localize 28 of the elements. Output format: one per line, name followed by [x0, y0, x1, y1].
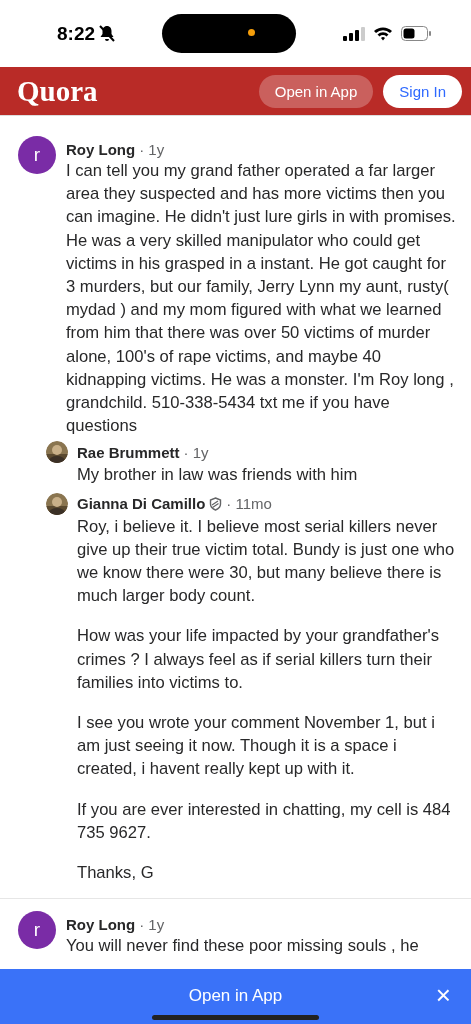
signal-icon [343, 26, 365, 41]
open-in-app-button[interactable]: Open in App [258, 74, 374, 108]
wifi-icon [373, 26, 393, 41]
timestamp: · 1y [139, 140, 165, 158]
timestamp: · 1y [139, 915, 165, 933]
comment-text: Roy, i believe it. I believe most serial killers never give up their true victim total. Bundy is just one who we know there were 30, but many believe there is much larger body count. [77, 515, 456, 608]
quora-logo[interactable]: Quora [17, 74, 98, 108]
comment-text: Thanks, G [77, 862, 155, 885]
open-in-app-link[interactable]: Open in App [188, 985, 283, 1006]
author-name[interactable]: Roy Long [66, 915, 136, 933]
battery-icon [401, 26, 431, 41]
avatar[interactable]: r [18, 911, 56, 950]
comment-text: How was your life impacted by your grandfather's crimes ? I always feel as if serial killers turn their families into victims to. [77, 625, 440, 694]
clock-time: 8:22 [57, 22, 96, 45]
timestamp: · 11mo [226, 495, 272, 513]
comment-text: I can tell you my grand father operated a far larger area they suspected and has more victims then you can imagine. He didn't just lure girls in with promises. He was a very skilled manipulator who could get victims in his grasped in a instant. He got caught for 3 murders, but our family, Jerry Lynn my aunt, rusty( mydad ) and my mom figured with what we learned from him that there was over 50 victims of murder alone, 100's of rape victims, and maybe 40 kidnapping victims. He was a monster. I'm Roy long , grandchild. 510-338-5434 txt me if you have questions [66, 160, 457, 438]
timestamp: · 1y [183, 443, 209, 461]
close-button[interactable]: × [435, 983, 451, 1007]
comment-text: If you are ever interested in chatting, my cell is 484 735 9627. [77, 798, 452, 844]
comment-text: You will never find these poor missing souls , he [66, 935, 420, 958]
avatar[interactable]: r [18, 136, 56, 174]
comment-text: I see you wrote your comment November 1, but i am just seeing it now. Though it is a space i created, i havent really kept up with it. [77, 712, 436, 781]
shield-badge-icon [209, 496, 223, 511]
comment-text: My brother in law was friends with him [77, 464, 359, 487]
author-name[interactable]: Gianna Di Camillo [77, 495, 206, 513]
author-name[interactable]: Roy Long [66, 140, 136, 158]
author-name[interactable]: Rae Brummett [77, 443, 180, 461]
sign-in-button[interactable]: Sign In [383, 74, 462, 108]
